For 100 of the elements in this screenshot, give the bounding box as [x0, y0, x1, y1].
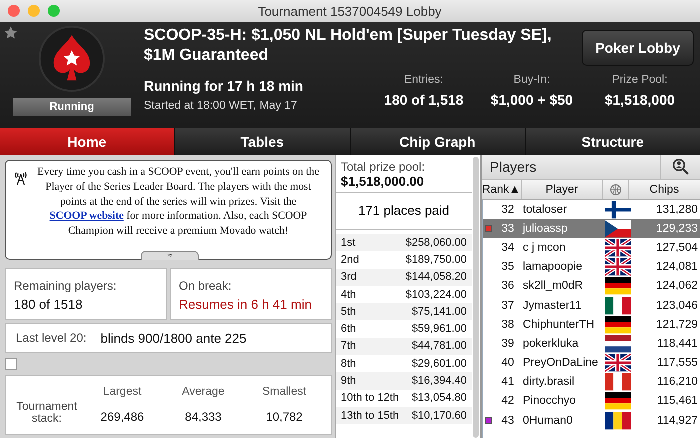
prize-amount: $75,141.00 — [412, 306, 467, 318]
favorite-star-icon[interactable] — [3, 25, 19, 41]
player-name: dirty.brasil — [523, 376, 576, 388]
player-row[interactable]: 34 c j mcon 127,504 — [483, 238, 700, 258]
player-name: 0Human0 — [523, 414, 574, 427]
prize-amount: $16,394.40 — [412, 375, 467, 388]
player-rank: 42 — [500, 395, 516, 408]
stat-label: Prize Pool: — [612, 74, 668, 86]
info-text: Every time you cash in a SCOOP event, you'll earn points on the Player of the Series Leader Board. The players with the most points at the end of the series will win prizes. Visit the SCOOP website for more information. Also, each SCOOP Champion will receive a premium Movado watch! — [36, 165, 320, 239]
prize-amount: $258,060.00 — [406, 236, 467, 249]
window-title: Tournament 1537004549 Lobby — [258, 4, 442, 18]
stat-value: 180 of 1,518 — [384, 92, 464, 108]
player-chips: 124,081 — [635, 261, 700, 274]
prize-amount: $103,224.00 — [406, 288, 467, 301]
stat-label: Buy-In: — [514, 74, 550, 86]
poker-lobby-button[interactable]: Poker Lobby — [582, 30, 694, 66]
player-name: julioassp — [523, 222, 569, 235]
player-chips: 123,046 — [635, 300, 700, 312]
zoom-button[interactable] — [48, 5, 60, 17]
player-chips: 121,729 — [635, 318, 700, 331]
scrollbar[interactable] — [473, 157, 479, 438]
prize-place: 7th — [341, 340, 356, 352]
column-header[interactable]: Chips — [629, 180, 700, 199]
break-label: On break: — [179, 279, 233, 293]
player-row[interactable]: 42 Pinocchyo 115,461 — [483, 392, 700, 412]
start-time: Started at 18:00 WET, May 17 — [144, 100, 298, 112]
remaining-value: 180 of 1518 — [14, 297, 84, 312]
players-title: Players — [490, 159, 537, 175]
prize-amount: $44,781.00 — [412, 340, 467, 352]
flag-icon — [605, 296, 631, 315]
prize-place: 8th — [341, 358, 356, 370]
tab[interactable]: Home — [0, 128, 174, 155]
player-row[interactable]: 38 ChiphunterTH 121,729 — [483, 315, 700, 334]
user-search-icon — [672, 158, 690, 176]
places-paid: 171 places paid — [336, 193, 472, 230]
player-chips: 131,280 — [635, 204, 700, 216]
player-rank: 38 — [500, 318, 516, 331]
stack-value: 84,333 — [185, 410, 222, 424]
prize-place: 2nd — [341, 254, 360, 266]
player-rank: 40 — [500, 357, 516, 370]
prize-place: 6th — [341, 323, 356, 336]
player-chips: 116,210 — [635, 376, 700, 388]
tab[interactable]: Structure — [526, 128, 700, 155]
player-chips: 115,461 — [635, 395, 700, 408]
stack-column-header: Smallest — [262, 386, 307, 398]
stack-column-header: Average — [182, 386, 225, 398]
checkbox[interactable] — [5, 358, 17, 370]
player-name: totaloser — [523, 204, 568, 216]
tab[interactable]: Tables — [175, 128, 350, 155]
player-rank: 34 — [500, 242, 516, 254]
prize-place: 5th — [341, 306, 356, 318]
player-chips: 114,927 — [635, 414, 700, 427]
stack-column-header: Largest — [103, 386, 142, 398]
player-name: Jymaster11 — [523, 300, 583, 312]
flag-icon — [605, 220, 631, 238]
player-rank: 35 — [500, 261, 516, 274]
stack-value: 10,782 — [266, 410, 303, 424]
player-rank: 36 — [500, 280, 516, 292]
player-rank: 41 — [500, 376, 516, 388]
player-row[interactable]: 39 pokerkluka 118,441 — [483, 334, 700, 354]
player-name: ChiphunterTH — [523, 318, 596, 331]
prize-place: 4th — [341, 288, 356, 301]
player-name: PreyOnDaLine — [523, 357, 600, 370]
flag-icon — [605, 373, 631, 392]
globe-icon — [610, 184, 622, 196]
flag-icon — [605, 258, 631, 276]
close-button[interactable] — [8, 5, 20, 17]
prize-amount: $144,058.20 — [406, 271, 467, 284]
tab[interactable]: Chip Graph — [350, 128, 525, 155]
player-name: sk2ll_m0dR — [523, 280, 584, 292]
stack-label: Tournament stack: — [16, 401, 78, 425]
player-row[interactable]: 41 dirty.brasil 116,210 — [483, 372, 700, 392]
player-row[interactable]: 37 Jymaster11 123,046 — [483, 296, 700, 316]
player-row[interactable]: 32 totaloser 131,280 — [483, 200, 700, 220]
flag-icon — [605, 316, 631, 334]
collapse-button[interactable]: ≈ — [141, 251, 199, 260]
prize-amount: $10,170.60 — [412, 410, 467, 422]
player-row[interactable]: 43 0Human0 114,927 — [483, 411, 700, 430]
total-prize-value: $1,518,000.00 — [341, 174, 426, 189]
prize-amount: $29,601.00 — [412, 358, 467, 370]
level-label: Last level 20: — [16, 331, 87, 345]
player-chips: 124,062 — [635, 280, 700, 292]
player-rank: 37 — [500, 300, 516, 312]
stat-label: Entries: — [404, 74, 444, 86]
player-rank: 39 — [500, 338, 516, 350]
flag-icon — [605, 200, 631, 219]
running-time: Running for 17 h 18 min — [144, 78, 304, 94]
player-chips: 127,504 — [635, 242, 700, 254]
flag-icon — [605, 412, 631, 430]
player-rank: 43 — [500, 414, 516, 427]
player-name: Pinocchyo — [523, 395, 578, 408]
scoop-website-link[interactable]: SCOOP website — [50, 210, 124, 222]
column-header[interactable]: Rank▲ — [482, 180, 522, 199]
flag-icon — [605, 277, 631, 296]
player-row[interactable]: 33 julioassp 129,233 — [483, 219, 700, 238]
level-value: blinds 900/1800 ante 225 — [100, 330, 247, 346]
prize-amount: $59,961.00 — [412, 323, 467, 336]
column-header[interactable]: Player — [522, 180, 603, 199]
player-row[interactable]: 36 sk2ll_m0dR 124,062 — [483, 276, 700, 296]
tournament-title: SCOOP-35-H: $1,050 NL Hold'em [Super Tuesday SE], $1M Guaranteed — [144, 26, 553, 66]
